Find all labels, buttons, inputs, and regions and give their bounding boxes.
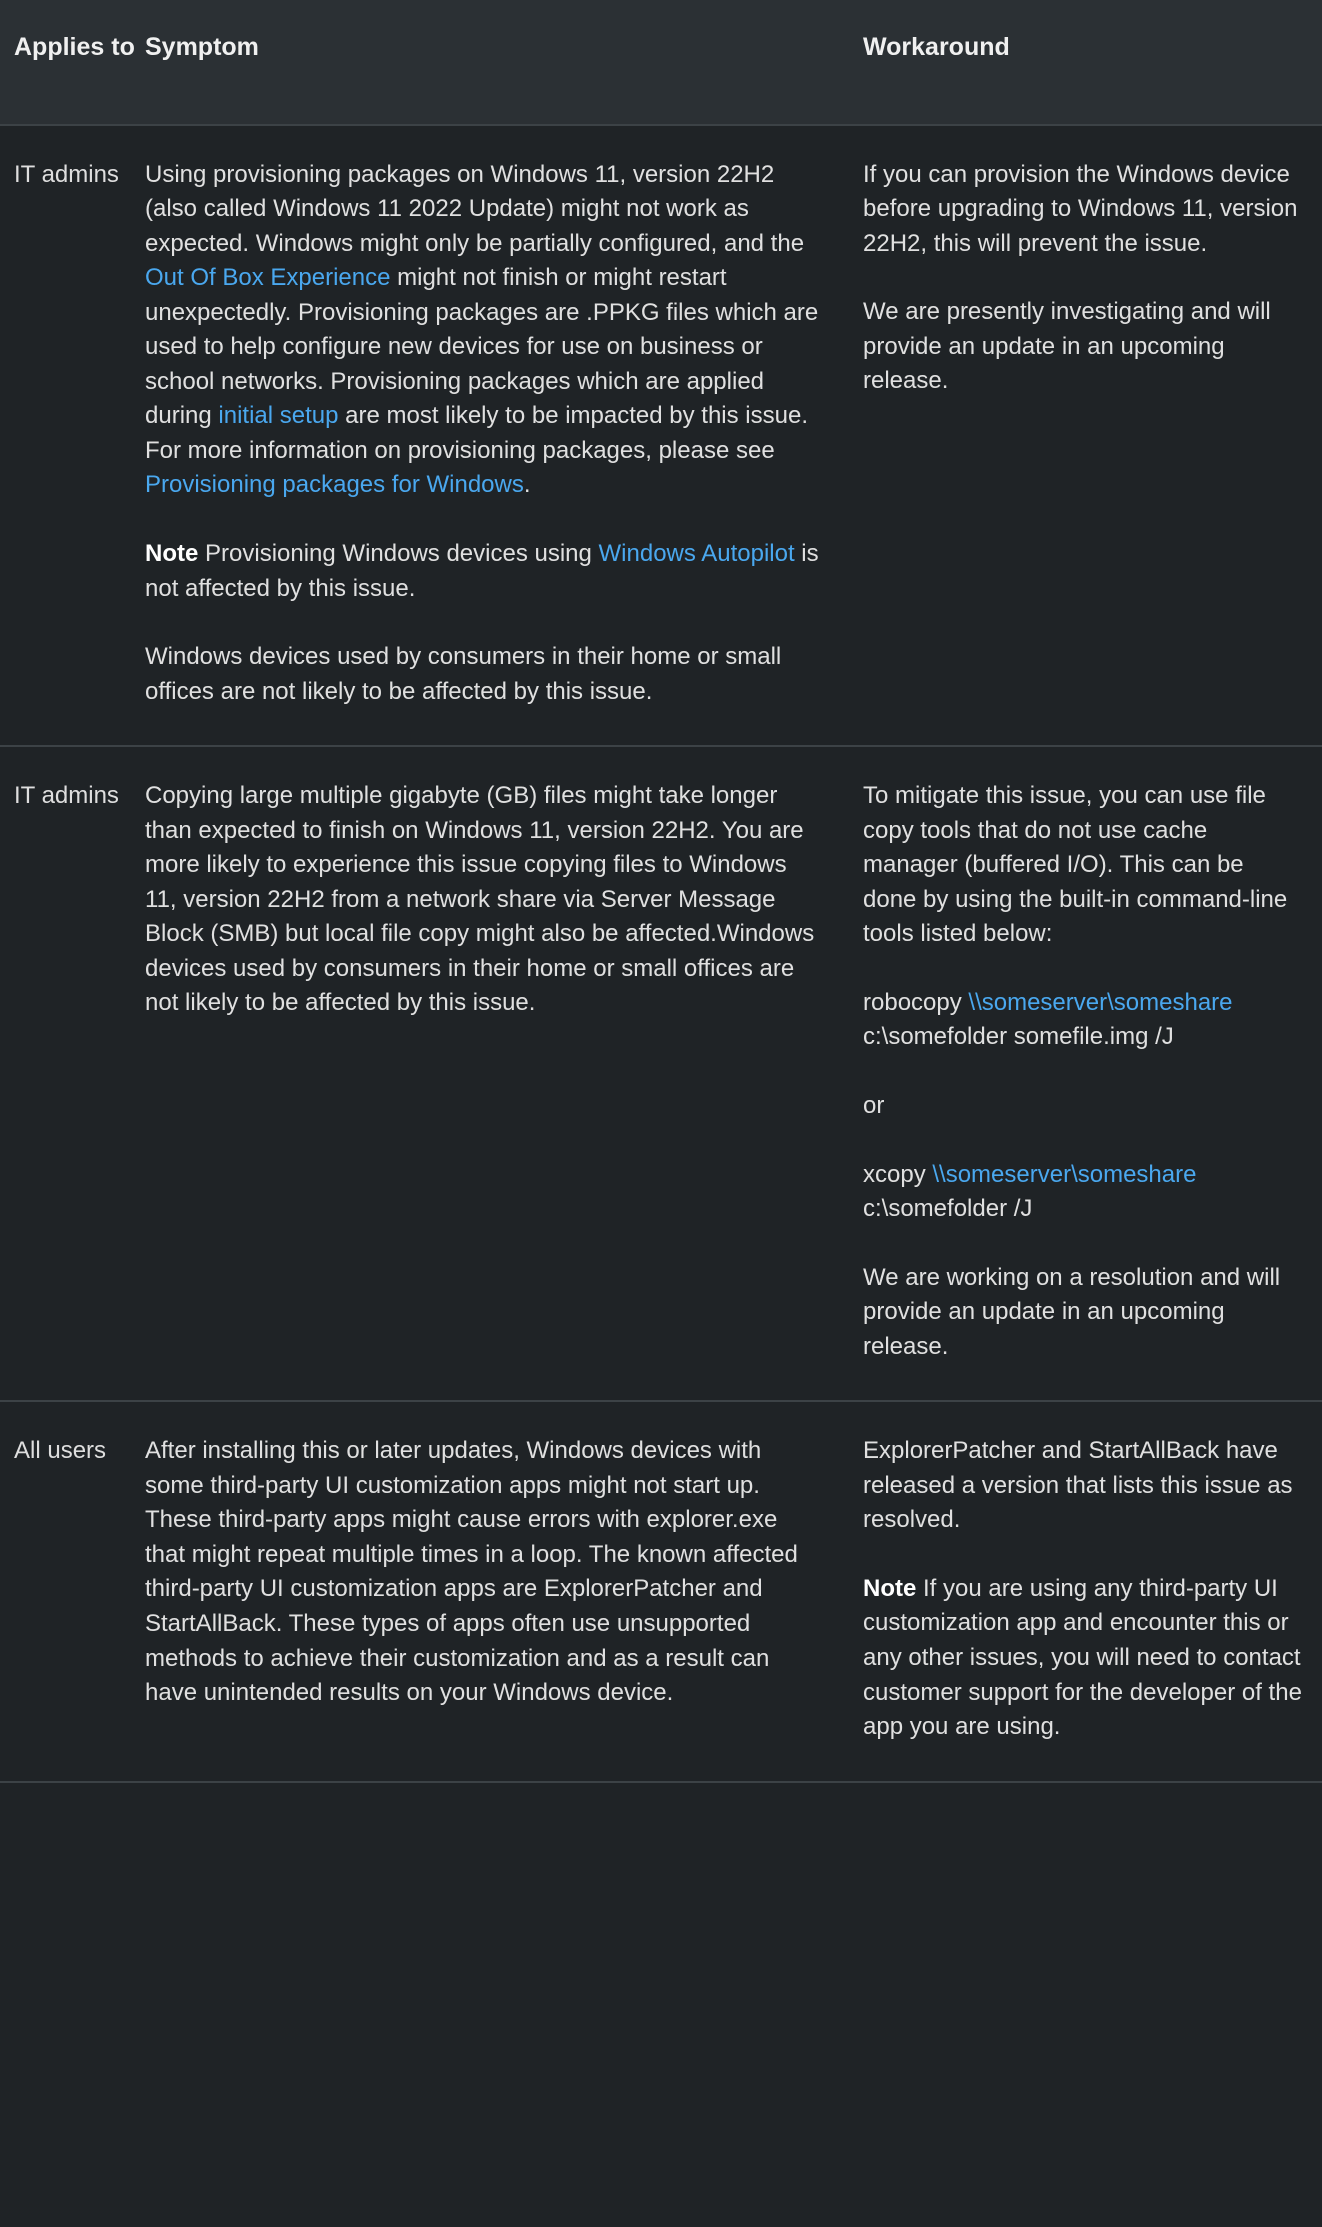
link-out-of-box-experience[interactable]: Out Of Box Experience: [145, 264, 390, 291]
cell-workaround: To mitigate this issue, you can use file…: [853, 745, 1322, 1402]
column-header-workaround: Workaround: [853, 0, 1322, 126]
symptom-note-paragraph: Note Provisioning Windows devices using …: [145, 537, 823, 606]
symptom-paragraph: Windows devices used by consumers in the…: [145, 643, 782, 705]
command-name: xcopy: [863, 1160, 933, 1188]
symptom-paragraph: Using provisioning packages on Windows 1…: [145, 158, 823, 503]
table-body: IT admins Using provisioning packages on…: [0, 124, 1322, 1781]
cell-workaround: If you can provision the Windows device …: [853, 125, 1322, 747]
cell-symptom: Copying large multiple gigabyte (GB) fil…: [145, 745, 853, 1402]
symptom-paragraph: Copying large multiple gigabyte (GB) fil…: [145, 782, 815, 1017]
workaround-paragraph: To mitigate this issue, you can use file…: [863, 782, 1288, 948]
table-row: All users After installing this or later…: [0, 1400, 1322, 1781]
table-header: Applies to Symptom Workaround: [0, 0, 1322, 126]
command-robocopy: robocopy \\someserver\someshare c:\somef…: [863, 986, 1302, 1055]
link-windows-autopilot[interactable]: Windows Autopilot: [599, 540, 795, 567]
link-someserver-someshare[interactable]: \\someserver\someshare: [968, 989, 1232, 1016]
workaround-paragraph: We are working on a resolution and will …: [863, 1263, 1281, 1360]
table-header-row: Applies to Symptom Workaround: [0, 0, 1322, 126]
workaround-paragraph: If you can provision the Windows device …: [863, 160, 1298, 257]
command-name: robocopy: [863, 988, 969, 1016]
note-label: Note: [863, 1574, 917, 1602]
workaround-paragraph: We are presently investigating and will …: [863, 298, 1271, 395]
symptom-text: Using provisioning packages on Windows 1…: [145, 160, 805, 257]
table-bottom-divider: [0, 1780, 1322, 1783]
link-someserver-someshare[interactable]: \\someserver\someshare: [932, 1161, 1196, 1188]
column-header-symptom: Symptom: [145, 0, 853, 126]
table-row: IT admins Using provisioning packages on…: [0, 124, 1322, 747]
note-label: Note: [145, 539, 199, 567]
cell-symptom: Using provisioning packages on Windows 1…: [145, 125, 853, 747]
command-arguments: c:\somefolder somefile.img /J: [863, 1023, 1174, 1051]
link-initial-setup[interactable]: initial setup: [218, 402, 338, 429]
or-separator: or: [863, 1091, 885, 1119]
known-issues-table: Applies to Symptom Workaround IT admins …: [0, 0, 1322, 1781]
symptom-text: .: [523, 471, 531, 499]
table-row: IT admins Copying large multiple gigabyt…: [0, 745, 1322, 1402]
note-text: If you are using any third-party UI cust…: [863, 1574, 1302, 1741]
cell-applies-to: IT admins: [0, 745, 145, 1402]
cell-applies-to: All users: [0, 1400, 145, 1781]
column-header-applies-to: Applies to: [0, 0, 145, 126]
note-text: Provisioning Windows devices using: [198, 539, 599, 567]
cell-symptom: After installing this or later updates, …: [145, 1400, 853, 1781]
cell-workaround: ExplorerPatcher and StartAllBack have re…: [853, 1400, 1322, 1781]
command-xcopy: xcopy \\someserver\someshare c:\somefold…: [863, 1158, 1302, 1227]
symptom-paragraph: After installing this or later updates, …: [145, 1437, 798, 1707]
link-provisioning-packages-for-windows[interactable]: Provisioning packages for Windows: [145, 471, 524, 498]
cell-applies-to: IT admins: [14, 160, 119, 188]
workaround-paragraph: ExplorerPatcher and StartAllBack have re…: [863, 1437, 1293, 1534]
workaround-note-paragraph: Note If you are using any third-party UI…: [863, 1572, 1302, 1745]
command-arguments: c:\somefolder /J: [863, 1195, 1033, 1223]
